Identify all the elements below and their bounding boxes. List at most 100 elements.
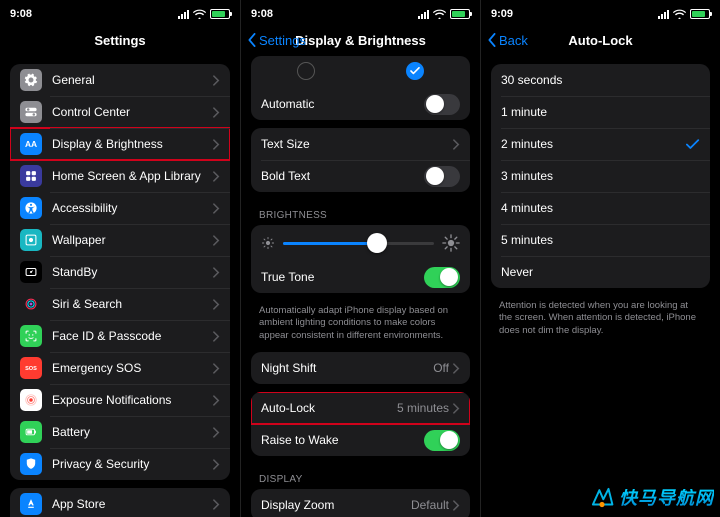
true-tone-toggle[interactable] <box>424 267 460 288</box>
bold-text-label: Bold Text <box>261 169 424 183</box>
brightness-group: True Tone <box>251 225 470 293</box>
chevron-right-icon <box>213 363 220 374</box>
raise-to-wake-row[interactable]: Raise to Wake <box>251 424 470 456</box>
battery-icon <box>690 9 710 19</box>
settings-row-siri-search[interactable]: Siri & Search <box>10 288 230 320</box>
settings-row-label: Wallpaper <box>52 233 213 247</box>
signal-icon <box>658 9 669 19</box>
signal-icon <box>178 9 189 19</box>
status-bar: 9:08 <box>0 0 240 24</box>
settings-row-label: Siri & Search <box>52 297 213 311</box>
checkmark-icon <box>686 139 700 150</box>
auto-lock-option-2-minutes[interactable]: 2 minutes <box>491 128 710 160</box>
auto-lock-option-5-minutes[interactable]: 5 minutes <box>491 224 710 256</box>
settings-row-label: General <box>52 73 213 87</box>
page-title: Settings <box>94 33 145 48</box>
bold-text-row[interactable]: Bold Text <box>251 160 470 192</box>
option-label: 30 seconds <box>501 73 700 87</box>
chevron-right-icon <box>213 299 220 310</box>
settings-row-control-center[interactable]: Control Center <box>10 96 230 128</box>
auto-lock-option-3-minutes[interactable]: 3 minutes <box>491 160 710 192</box>
auto-lock-option-1-minute[interactable]: 1 minute <box>491 96 710 128</box>
settings-row-privacy-security[interactable]: Privacy & Security <box>10 448 230 480</box>
auto-lock-option-never[interactable]: Never <box>491 256 710 288</box>
appearance-dark-radio[interactable] <box>406 62 424 80</box>
sos-icon: SOS <box>20 357 42 379</box>
status-time: 9:09 <box>491 8 658 20</box>
option-label: 3 minutes <box>501 169 700 183</box>
settings-screen: 9:08 Settings General Control CenterAADis… <box>0 0 240 517</box>
back-button[interactable]: Back <box>487 24 528 56</box>
standby-icon <box>20 261 42 283</box>
brightness-slider-row[interactable] <box>251 225 470 261</box>
settings-row-label: Battery <box>52 425 213 439</box>
automatic-row[interactable]: Automatic <box>251 88 470 120</box>
privacy-icon <box>20 453 42 475</box>
display-icon: AA <box>20 133 42 155</box>
settings-row-label: Face ID & Passcode <box>52 329 213 343</box>
auto-lock-option-4-minutes[interactable]: 4 minutes <box>491 192 710 224</box>
back-button[interactable]: Settings <box>247 24 306 56</box>
signal-icon <box>418 9 429 19</box>
page-title: Display & Brightness <box>295 33 426 48</box>
text-group: Text Size Bold Text <box>251 128 470 192</box>
text-size-row[interactable]: Text Size <box>251 128 470 160</box>
status-time: 9:08 <box>251 8 418 20</box>
auto-lock-value: 5 minutes <box>397 401 449 415</box>
settings-row-general[interactable]: General <box>10 64 230 96</box>
chevron-right-icon <box>213 427 220 438</box>
settings-row-standby[interactable]: StandBy <box>10 256 230 288</box>
automatic-label: Automatic <box>261 97 424 111</box>
display-zoom-row[interactable]: Display Zoom Default <box>251 489 470 517</box>
settings-row-battery[interactable]: Battery <box>10 416 230 448</box>
true-tone-row[interactable]: True Tone <box>251 261 470 293</box>
chevron-right-icon <box>213 395 220 406</box>
raise-to-wake-toggle[interactable] <box>424 430 460 451</box>
chevron-right-icon <box>213 203 220 214</box>
settings-row-label: Exposure Notifications <box>52 393 213 407</box>
text-size-label: Text Size <box>261 137 453 151</box>
chevron-right-icon <box>213 75 220 86</box>
chevron-right-icon <box>213 235 220 246</box>
display-header: DISPLAY <box>241 464 480 489</box>
status-bar: 9:09 <box>481 0 720 24</box>
brightness-slider[interactable] <box>283 242 434 245</box>
night-shift-value: Off <box>433 361 449 375</box>
chevron-right-icon <box>453 139 460 150</box>
chevron-right-icon <box>213 107 220 118</box>
auto-lock-option-30-seconds[interactable]: 30 seconds <box>491 64 710 96</box>
auto-lock-note: Attention is detected when you are looki… <box>481 296 720 339</box>
night-shift-label: Night Shift <box>261 361 433 375</box>
settings-row-face-id-passcode[interactable]: Face ID & Passcode <box>10 320 230 352</box>
settings-row-accessibility[interactable]: Accessibility <box>10 192 230 224</box>
option-label: Never <box>501 265 700 279</box>
auto-lock-row[interactable]: Auto-Lock 5 minutes <box>251 392 470 424</box>
night-shift-row[interactable]: Night Shift Off <box>251 352 470 384</box>
chevron-right-icon <box>213 499 220 510</box>
bold-text-toggle[interactable] <box>424 166 460 187</box>
grid-icon <box>20 165 42 187</box>
settings-row-wallpaper[interactable]: Wallpaper <box>10 224 230 256</box>
automatic-toggle[interactable] <box>424 94 460 115</box>
settings-row-emergency-sos[interactable]: SOSEmergency SOS <box>10 352 230 384</box>
lock-group: Auto-Lock 5 minutes Raise to Wake <box>251 392 470 456</box>
appearance-group: Automatic <box>251 56 470 120</box>
settings-row-label: Privacy & Security <box>52 457 213 471</box>
page-title: Auto-Lock <box>568 33 632 48</box>
appearance-light-radio[interactable] <box>297 62 315 80</box>
chevron-right-icon <box>453 500 460 511</box>
settings-row-label: Home Screen & App Library <box>52 169 213 183</box>
true-tone-label: True Tone <box>261 270 424 284</box>
display-brightness-screen: 9:08 Settings Display & Brightness A <box>240 0 480 517</box>
settings-row-app-store[interactable]: App Store <box>10 488 230 517</box>
settings-row-display-brightness[interactable]: AADisplay & Brightness <box>10 128 230 160</box>
chevron-right-icon <box>453 363 460 374</box>
brightness-header: BRIGHTNESS <box>241 200 480 225</box>
settings-row-home-screen-app-library[interactable]: Home Screen & App Library <box>10 160 230 192</box>
chevron-right-icon <box>213 139 220 150</box>
settings-row-label: StandBy <box>52 265 213 279</box>
svg-text:AA: AA <box>25 139 37 149</box>
exposure-icon <box>20 389 42 411</box>
settings-row-exposure-notifications[interactable]: Exposure Notifications <box>10 384 230 416</box>
sun-max-icon <box>442 234 460 252</box>
